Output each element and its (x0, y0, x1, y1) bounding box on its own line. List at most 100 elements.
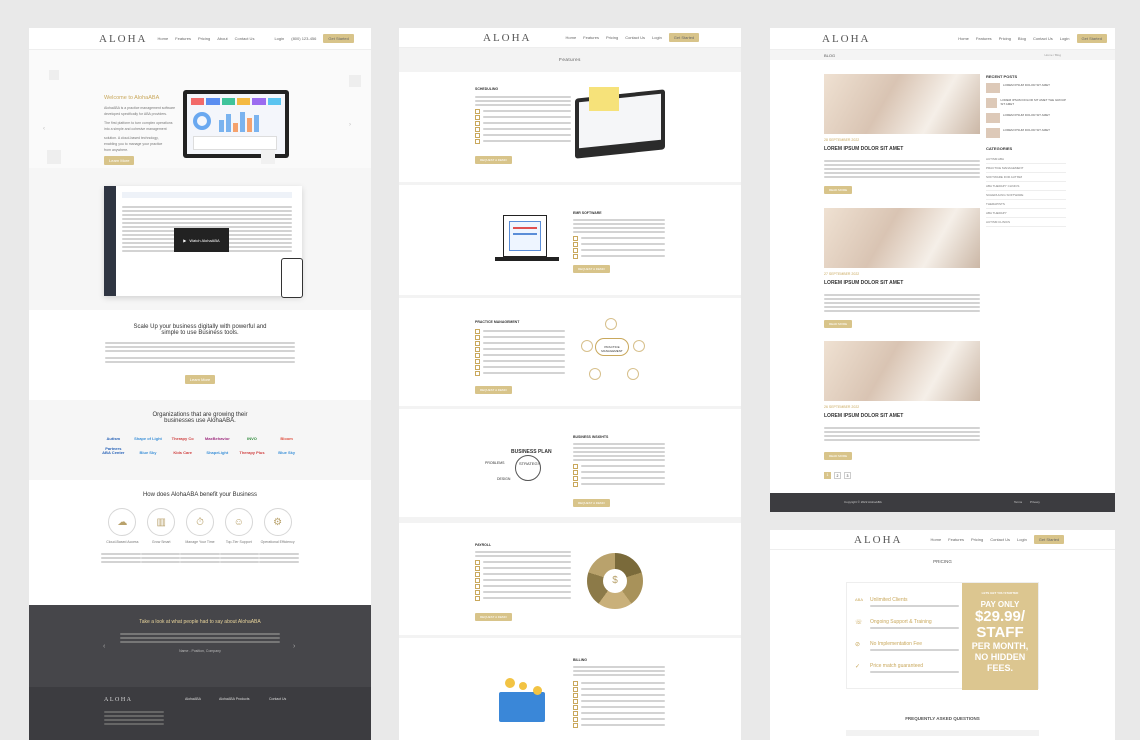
testimonial-next-icon[interactable]: › (293, 643, 295, 650)
category-link[interactable]: PRACTICE MANAGEMENT (986, 164, 1066, 173)
client-logo: Blue Sky (139, 450, 157, 455)
aloha-logo[interactable]: ALOHA (99, 33, 148, 45)
menu-home[interactable]: Home (158, 36, 169, 41)
menu-features[interactable]: Features (175, 36, 191, 41)
menu-blog[interactable]: Blog (1018, 36, 1026, 41)
get-started-button[interactable]: Get Started (668, 33, 700, 42)
get-started-button[interactable]: Get Started (1076, 34, 1107, 43)
scale-learn-more-button[interactable]: Learn More (184, 375, 216, 384)
testimonial-prev-icon[interactable]: ‹ (103, 643, 105, 650)
blog-post-image[interactable] (824, 341, 980, 401)
blog-sidebar: RECENT POSTS LOREM IPSUM DOLOR SIT AMET … (986, 74, 1066, 227)
recent-post[interactable]: LOREM IPSUM DOLOR SIT AMET (986, 83, 1066, 93)
client-logos: Autism Partners Shape of Light Therapy C… (29, 434, 371, 458)
menu-login[interactable]: Login (1060, 36, 1070, 41)
menu-login[interactable]: Login (652, 35, 662, 40)
benefit-item: ▥ Grow Smart (142, 508, 181, 545)
read-more-button[interactable]: READ MORE (824, 320, 853, 328)
category-link[interactable]: AUTISM CLINICS (986, 218, 1066, 227)
menu-pricing[interactable]: Pricing (198, 36, 210, 41)
category-link[interactable]: AUTISM ABA (986, 155, 1066, 164)
menu-pricing[interactable]: Pricing (999, 36, 1011, 41)
category-link[interactable]: SOFTWARE FOR AUTISM (986, 173, 1066, 182)
aloha-logo[interactable]: ALOHA (483, 32, 532, 44)
request-demo-button[interactable]: REQUEST A DEMO (475, 613, 512, 621)
read-more-button[interactable]: READ MORE (824, 186, 853, 194)
cloud-icon: ☁ (108, 508, 137, 536)
post-title[interactable]: LOREM IPSUM DOLOR SIT AMET (824, 413, 903, 419)
feature-card-practice: PRACTICE MANAGEMENT REQUEST A DEMO PRACT… (399, 298, 741, 406)
request-demo-button[interactable]: REQUEST A DEMO (573, 499, 610, 507)
recent-post[interactable]: LOREM IPSUM DOLOR SIT AMET THE GROUP SIT… (986, 98, 1066, 108)
price-panel: LETS GET YOU STARTED PAY ONLY $29.99/ ST… (962, 583, 1038, 690)
post-title[interactable]: LOREM IPSUM DOLOR SIT AMET (824, 280, 903, 286)
footer-col-title: Contact Us (269, 697, 287, 701)
menu-features[interactable]: Features (976, 36, 992, 41)
laptop-image (183, 90, 289, 158)
blog-post-image[interactable] (824, 208, 980, 268)
menu-login[interactable]: Login (1017, 537, 1027, 542)
get-started-button[interactable]: Get Started (323, 34, 354, 43)
category-link[interactable]: ABA THERAPY (986, 209, 1066, 218)
home-navbar: ALOHA Home Features Pricing About Contac… (29, 28, 371, 50)
breadcrumb-path[interactable]: Home / Blog (1044, 53, 1061, 57)
privacy-link[interactable]: Privacy (1030, 500, 1040, 504)
menu-contact[interactable]: Contact Us (990, 537, 1010, 542)
menu-pricing[interactable]: Pricing (606, 35, 618, 40)
faq-item[interactable] (846, 730, 1039, 736)
play-icon[interactable]: ▶ (183, 238, 186, 243)
video-player[interactable]: ▶ Watch AlohaABA (174, 228, 229, 252)
pricing-feature: ☏ Ongoing Support & Training (855, 619, 959, 631)
request-demo-button[interactable]: REQUEST A DEMO (573, 265, 610, 273)
hero-learn-more-button[interactable]: Learn More (104, 156, 135, 165)
footer-col-title: AlohaABA (185, 697, 201, 701)
request-demo-button[interactable]: REQUEST A DEMO (475, 156, 512, 164)
home-page-preview: ALOHA Home Features Pricing About Contac… (29, 28, 371, 740)
page-button[interactable]: 2 (834, 472, 841, 479)
menu-features[interactable]: Features (948, 537, 964, 542)
menu-contact[interactable]: Contact Us (625, 35, 645, 40)
category-link[interactable]: ABA THERAPY CLINICS (986, 182, 1066, 191)
menu-home[interactable]: Home (958, 36, 969, 41)
blog-post-image[interactable] (824, 74, 980, 134)
client-logo: Kids Care (173, 450, 192, 455)
login-link[interactable]: Login (274, 36, 284, 41)
post-date: 27 SEPTEMBER 2022 (824, 272, 860, 276)
home-menu: Home Features Pricing About Contact Us (158, 36, 255, 41)
benefit-item: ⚙ Operational Efficiency (258, 508, 297, 545)
clock-icon: ⏱ (185, 508, 214, 536)
check-icon: ✓ (855, 664, 861, 670)
breadcrumb: BLOG Home / Blog (770, 50, 1115, 60)
feature-card-insights: BUSINESS PLAN STRATEGY PROBLEMS DESIGN B… (399, 409, 741, 517)
recent-post[interactable]: LOREM IPSUM DOLOR SIT AMET (986, 128, 1066, 138)
post-title[interactable]: LOREM IPSUM DOLOR SIT AMET (824, 146, 903, 152)
phone-number: (800) 123-456 (291, 36, 317, 41)
feature-title: PRACTICE MANAGEMENT (475, 320, 520, 324)
page-button[interactable]: 1 (824, 472, 831, 479)
category-link[interactable]: SCHEDULING SOFTWARE (986, 191, 1066, 200)
menu-features[interactable]: Features (583, 35, 599, 40)
page-button[interactable]: 3 (844, 472, 851, 479)
menu-contact[interactable]: Contact Us (235, 36, 255, 41)
fees-text: FEES. (986, 663, 1013, 673)
menu-pricing[interactable]: Pricing (971, 537, 983, 542)
next-arrow-icon[interactable]: › (349, 122, 351, 128)
menu-home[interactable]: Home (931, 537, 942, 542)
aloha-logo[interactable]: ALOHA (854, 534, 903, 546)
aloha-logo[interactable]: ALOHA (822, 33, 871, 45)
benefit-item: ☁ Cloud-Based Access (103, 508, 142, 545)
emr-illustration (495, 215, 559, 267)
get-started-button[interactable]: Get Started (1033, 535, 1065, 544)
terms-link[interactable]: Terms (1014, 500, 1022, 504)
feature-card-payroll: PAYROLL REQUEST A DEMO $ (399, 523, 741, 635)
menu-contact[interactable]: Contact Us (1033, 36, 1053, 41)
read-more-button[interactable]: READ MORE (824, 452, 853, 460)
request-demo-button[interactable]: REQUEST A DEMO (475, 386, 512, 394)
menu-home[interactable]: Home (566, 35, 577, 40)
category-link[interactable]: THERAPISTS (986, 200, 1066, 209)
recent-post[interactable]: LOREM IPSUM DOLOR SIT AMET (986, 113, 1066, 123)
prev-arrow-icon[interactable]: ‹ (43, 126, 45, 132)
menu-about[interactable]: About (217, 36, 227, 41)
client-logo: ShapeLight (206, 450, 229, 455)
feature-title: BUSINESS INSIGHTS (573, 435, 609, 439)
